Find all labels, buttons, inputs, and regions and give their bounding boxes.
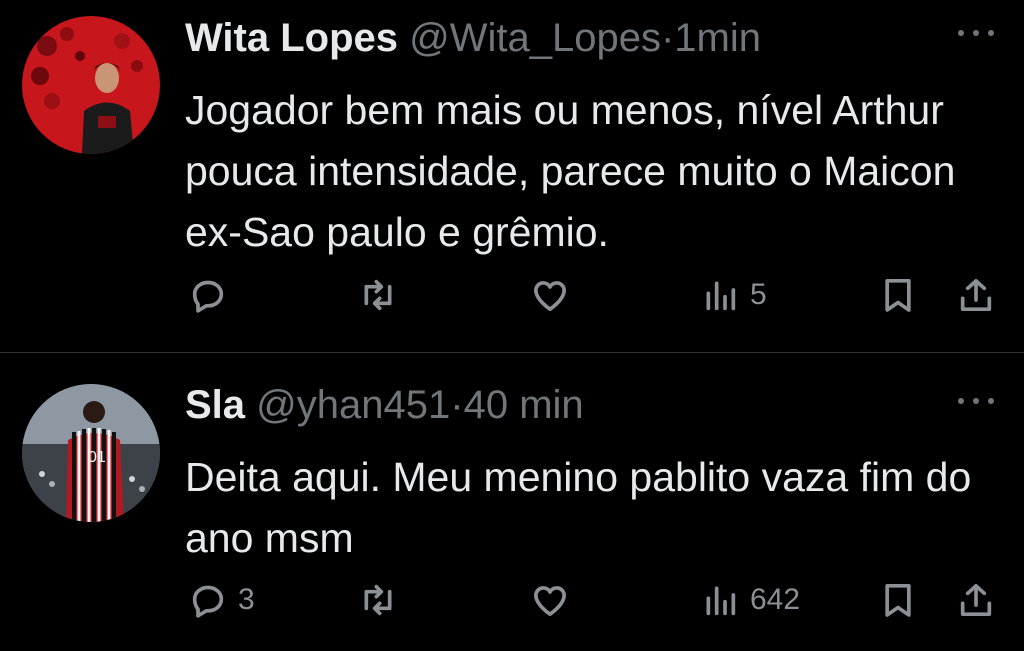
author-handle[interactable]: @Wita_Lopes	[409, 16, 661, 60]
reply-button[interactable]: 3	[188, 575, 255, 625]
timestamp[interactable]: 40 min	[464, 383, 584, 427]
author-handle[interactable]: @yhan451	[256, 383, 450, 427]
tweet-text: Jogador bem mais ou menos, nível Arthur …	[185, 87, 956, 255]
bookmark-button[interactable]	[878, 575, 918, 625]
reply-icon	[192, 280, 224, 313]
retweet-button[interactable]	[358, 575, 398, 625]
views-icon	[706, 281, 736, 311]
views-button[interactable]: 5	[700, 270, 767, 320]
separator: ·	[660, 16, 675, 60]
reply-button[interactable]	[188, 270, 238, 320]
svg-text:01: 01	[88, 449, 106, 466]
tweet-header: Sla @yhan451·40 min	[185, 379, 584, 431]
tweet[interactable]: 01 Sla @yhan451·40 min Deita aqui. Meu m…	[0, 353, 1024, 651]
like-button[interactable]	[530, 270, 570, 320]
retweet-button[interactable]	[358, 270, 398, 320]
reply-icon	[192, 585, 224, 618]
bookmark-icon	[885, 279, 911, 312]
like-button[interactable]	[530, 575, 570, 625]
action-bar: 5	[0, 270, 1024, 320]
like-icon	[534, 586, 566, 616]
tweet-header: Wita Lopes @Wita_Lopes·1min	[185, 12, 761, 64]
like-icon	[534, 281, 566, 311]
more-icon[interactable]	[956, 386, 996, 416]
action-bar: 3 642	[0, 575, 1024, 625]
reply-count: 3	[238, 583, 255, 616]
author-name[interactable]: Wita Lopes	[185, 16, 398, 60]
avatar[interactable]: 01	[22, 384, 160, 522]
timestamp[interactable]: 1min	[674, 16, 761, 60]
retweet-icon	[364, 584, 392, 616]
author-name[interactable]: Sla	[185, 383, 245, 427]
tweet-text: Deita aqui. Meu menino pablito vaza fim …	[185, 454, 972, 561]
views-button[interactable]: 642	[700, 575, 800, 625]
bookmark-icon	[885, 584, 911, 617]
views-count: 5	[750, 278, 767, 311]
more-icon[interactable]	[956, 18, 996, 48]
avatar[interactable]	[22, 16, 160, 154]
share-button[interactable]	[956, 575, 996, 625]
views-count: 642	[750, 583, 801, 616]
share-icon	[960, 584, 992, 616]
tweet[interactable]: Wita Lopes @Wita_Lopes·1min Jogador bem …	[0, 0, 1024, 352]
share-button[interactable]	[956, 270, 996, 320]
share-icon	[960, 279, 992, 311]
retweet-icon	[364, 279, 392, 311]
bookmark-button[interactable]	[878, 270, 918, 320]
views-icon	[706, 586, 736, 616]
separator: ·	[450, 383, 464, 427]
